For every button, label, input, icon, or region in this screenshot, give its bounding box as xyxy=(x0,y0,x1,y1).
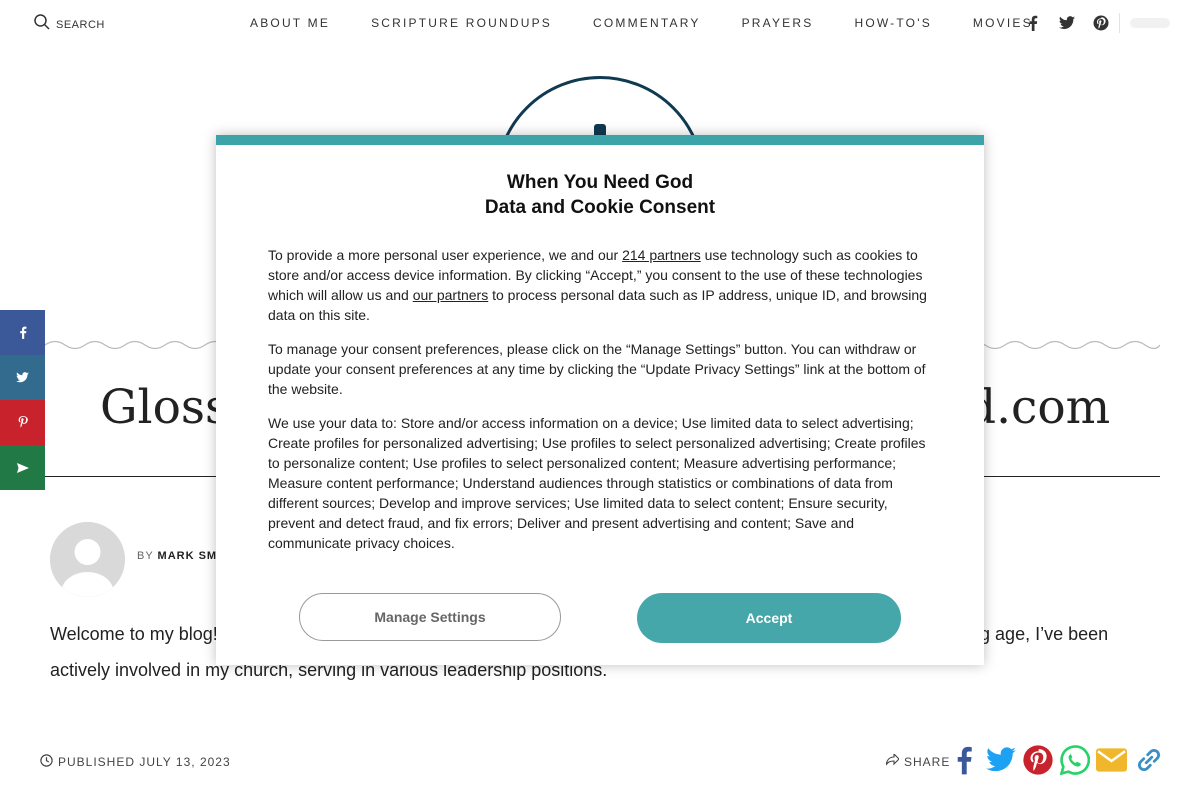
cookie-consent-dialog: When You Need God Data and Cookie Consen… xyxy=(216,135,984,665)
nav-about-me[interactable]: ABOUT ME xyxy=(250,16,330,30)
whatsapp-share-icon[interactable] xyxy=(1059,744,1090,776)
dialog-site-name: When You Need God xyxy=(506,172,694,193)
nav-prayers[interactable]: PRAYERS xyxy=(742,16,814,30)
email-share-icon[interactable] xyxy=(1096,744,1127,776)
dialog-body: To provide a more personal user experien… xyxy=(268,245,932,567)
side-twitter-button[interactable] xyxy=(0,355,45,400)
manage-settings-button[interactable]: Manage Settings xyxy=(299,593,561,641)
accept-button[interactable]: Accept xyxy=(637,593,901,643)
facebook-icon[interactable] xyxy=(1024,14,1042,32)
author-link[interactable]: MARK SM xyxy=(158,550,218,562)
published-label: PUBLISHED JULY 13, 2023 xyxy=(58,755,231,769)
article-title-left: Gloss xyxy=(100,380,230,435)
share-label-group: SHARE xyxy=(885,752,951,769)
search-icon xyxy=(34,14,50,35)
dialog-title: When You Need God Data and Cookie Consen… xyxy=(216,170,984,220)
facebook-icon xyxy=(19,326,26,339)
article-intro-left: Welcome to my blog! xyxy=(50,624,218,644)
side-facebook-button[interactable] xyxy=(0,310,45,355)
side-pinterest-button[interactable] xyxy=(0,400,45,445)
clock-icon xyxy=(40,754,53,770)
copy-link-icon[interactable] xyxy=(1133,744,1164,776)
pinterest-icon[interactable] xyxy=(1092,14,1110,32)
avatar[interactable] xyxy=(50,522,125,597)
top-navigation: SEARCH ABOUT ME SCRIPTURE ROUNDUPS COMME… xyxy=(0,0,1200,46)
byline: BY MARK SM xyxy=(137,550,217,562)
consent-paragraph-3: We use your data to: Store and/or access… xyxy=(268,415,926,551)
facebook-share-icon[interactable] xyxy=(948,744,979,776)
consent-text: To provide a more personal user experien… xyxy=(268,247,623,263)
header-divider xyxy=(1119,13,1120,33)
consent-paragraph-1: To provide a more personal user experien… xyxy=(268,245,932,325)
search-label: SEARCH xyxy=(56,18,105,31)
twitter-icon[interactable] xyxy=(1058,14,1076,32)
dialog-accent-bar xyxy=(216,135,984,145)
send-icon xyxy=(16,462,29,473)
pinterest-share-icon[interactable] xyxy=(1022,744,1053,776)
share-buttons xyxy=(948,744,1164,776)
article-title-right: d.com xyxy=(966,380,1111,435)
header-social-links xyxy=(1024,14,1110,32)
main-menu: ABOUT ME SCRIPTURE ROUNDUPS COMMENTARY P… xyxy=(250,0,1074,46)
pinterest-icon xyxy=(18,416,28,428)
floating-share-bar xyxy=(0,310,45,490)
nav-how-tos[interactable]: HOW-TO'S xyxy=(854,16,931,30)
twitter-icon xyxy=(16,372,29,383)
search-button[interactable]: SEARCH xyxy=(34,14,105,35)
published-date: PUBLISHED JULY 13, 2023 xyxy=(40,754,231,770)
nav-commentary[interactable]: COMMENTARY xyxy=(593,16,701,30)
our-partners-link[interactable]: our partners xyxy=(413,287,488,303)
share-icon xyxy=(885,752,900,769)
partners-link[interactable]: 214 partners xyxy=(622,247,701,263)
dialog-heading: Data and Cookie Consent xyxy=(484,197,716,218)
byline-prefix: BY xyxy=(137,550,154,562)
nav-scripture-roundups[interactable]: SCRIPTURE ROUNDUPS xyxy=(371,16,552,30)
share-label: SHARE xyxy=(904,754,951,769)
twitter-share-icon[interactable] xyxy=(985,744,1016,776)
side-email-button[interactable] xyxy=(0,445,45,490)
theme-toggle[interactable] xyxy=(1130,18,1170,28)
consent-paragraph-2: To manage your consent preferences, plea… xyxy=(268,341,926,397)
